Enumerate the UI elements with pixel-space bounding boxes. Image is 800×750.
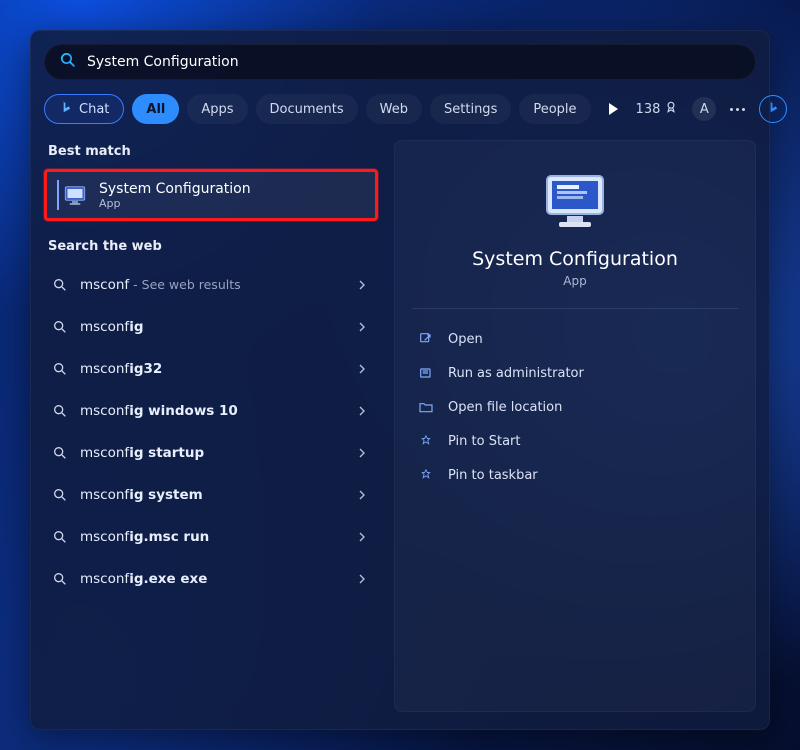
web-result-item[interactable]: msconfig32 xyxy=(44,348,378,390)
search-panel: Chat All Apps Documents Web Settings Peo… xyxy=(30,30,770,730)
pin-icon xyxy=(418,433,434,449)
action-open[interactable]: Open xyxy=(412,323,738,355)
web-result-label: msconfig system xyxy=(80,487,342,503)
tab-label: Apps xyxy=(201,102,233,117)
tab-label: Settings xyxy=(444,102,497,117)
preview-title: System Configuration xyxy=(472,248,678,270)
play-icon xyxy=(609,103,618,115)
search-icon xyxy=(52,319,68,335)
preview-header: System Configuration App xyxy=(412,160,738,309)
web-result-label: msconfig startup xyxy=(80,445,342,461)
tab-settings[interactable]: Settings xyxy=(430,94,511,124)
search-box[interactable] xyxy=(44,44,756,80)
web-result-item[interactable]: msconfig xyxy=(44,306,378,348)
best-match-result[interactable]: System Configuration App xyxy=(44,169,378,221)
web-result-label: msconfig.msc run xyxy=(80,529,342,545)
chevron-right-icon xyxy=(354,571,370,587)
pin-icon xyxy=(418,467,434,483)
action-open-file-location[interactable]: Open file location xyxy=(412,391,738,423)
chevron-right-icon xyxy=(354,529,370,545)
chevron-right-icon xyxy=(354,277,370,293)
medal-icon xyxy=(664,100,678,118)
preview-pane: System Configuration App Open Run as adm… xyxy=(394,140,756,712)
action-pin-taskbar[interactable]: Pin to taskbar xyxy=(412,459,738,491)
search-icon xyxy=(52,277,68,293)
web-result-label: msconf - See web results xyxy=(80,277,342,293)
action-run-admin[interactable]: Run as administrator xyxy=(412,357,738,389)
action-label: Open xyxy=(448,332,483,347)
tab-web[interactable]: Web xyxy=(366,94,422,124)
tab-label: People xyxy=(533,102,576,117)
search-icon xyxy=(59,51,87,73)
search-icon xyxy=(52,445,68,461)
web-result-label: msconfig32 xyxy=(80,361,342,377)
tab-label: Documents xyxy=(270,102,344,117)
web-result-item[interactable]: msconfig windows 10 xyxy=(44,390,378,432)
search-icon xyxy=(52,571,68,587)
action-label: Pin to taskbar xyxy=(448,468,538,483)
action-pin-start[interactable]: Pin to Start xyxy=(412,425,738,457)
results-column: Best match System Configuration App Sear… xyxy=(44,140,378,712)
action-label: Open file location xyxy=(448,400,562,415)
folder-icon xyxy=(418,399,434,415)
action-label: Pin to Start xyxy=(448,434,520,449)
tab-people[interactable]: People xyxy=(519,94,590,124)
bing-button[interactable] xyxy=(759,95,787,123)
open-icon xyxy=(418,331,434,347)
chevron-right-icon xyxy=(354,445,370,461)
action-label: Run as administrator xyxy=(448,366,584,381)
chevron-right-icon xyxy=(354,487,370,503)
web-result-item[interactable]: msconfig.exe exe xyxy=(44,558,378,600)
web-result-label: msconfig.exe exe xyxy=(80,571,342,587)
tab-label: Web xyxy=(380,102,408,117)
font-size-button[interactable]: A xyxy=(692,97,716,121)
web-result-item[interactable]: msconfig startup xyxy=(44,432,378,474)
chevron-right-icon xyxy=(354,361,370,377)
rewards-badge[interactable]: 138 xyxy=(636,100,679,118)
system-configuration-icon xyxy=(57,180,87,210)
best-match-title: System Configuration xyxy=(99,181,251,197)
monitor-icon xyxy=(543,172,607,234)
shield-icon xyxy=(418,365,434,381)
web-result-item[interactable]: msconfig.msc run xyxy=(44,516,378,558)
tab-apps[interactable]: Apps xyxy=(187,94,247,124)
search-icon xyxy=(52,529,68,545)
chevron-right-icon xyxy=(354,319,370,335)
play-button[interactable] xyxy=(599,94,628,124)
web-result-item[interactable]: msconf - See web results xyxy=(44,264,378,306)
chevron-right-icon xyxy=(354,403,370,419)
search-icon xyxy=(52,361,68,377)
filter-bar: Chat All Apps Documents Web Settings Peo… xyxy=(44,94,756,124)
bing-icon xyxy=(766,100,780,118)
search-icon xyxy=(52,403,68,419)
web-result-label: msconfig xyxy=(80,319,342,335)
more-options-button[interactable] xyxy=(730,108,745,111)
web-result-label: msconfig windows 10 xyxy=(80,403,342,419)
search-input[interactable] xyxy=(87,54,741,70)
search-icon xyxy=(52,487,68,503)
search-web-header: Search the web xyxy=(48,239,378,254)
action-list: Open Run as administrator Open file loca… xyxy=(412,323,738,491)
tab-all[interactable]: All xyxy=(132,94,179,124)
tab-label: Chat xyxy=(79,102,109,117)
tab-label: All xyxy=(146,102,165,117)
bing-chat-icon xyxy=(59,100,73,118)
rewards-points: 138 xyxy=(636,102,661,117)
web-result-item[interactable]: msconfig system xyxy=(44,474,378,516)
preview-subtitle: App xyxy=(563,274,586,288)
tab-documents[interactable]: Documents xyxy=(256,94,358,124)
best-match-subtitle: App xyxy=(99,197,251,210)
best-match-header: Best match xyxy=(48,144,378,159)
web-results-list: msconf - See web results msconfig msconfig… xyxy=(44,264,378,600)
tab-chat[interactable]: Chat xyxy=(44,94,124,124)
a-label: A xyxy=(700,102,709,117)
